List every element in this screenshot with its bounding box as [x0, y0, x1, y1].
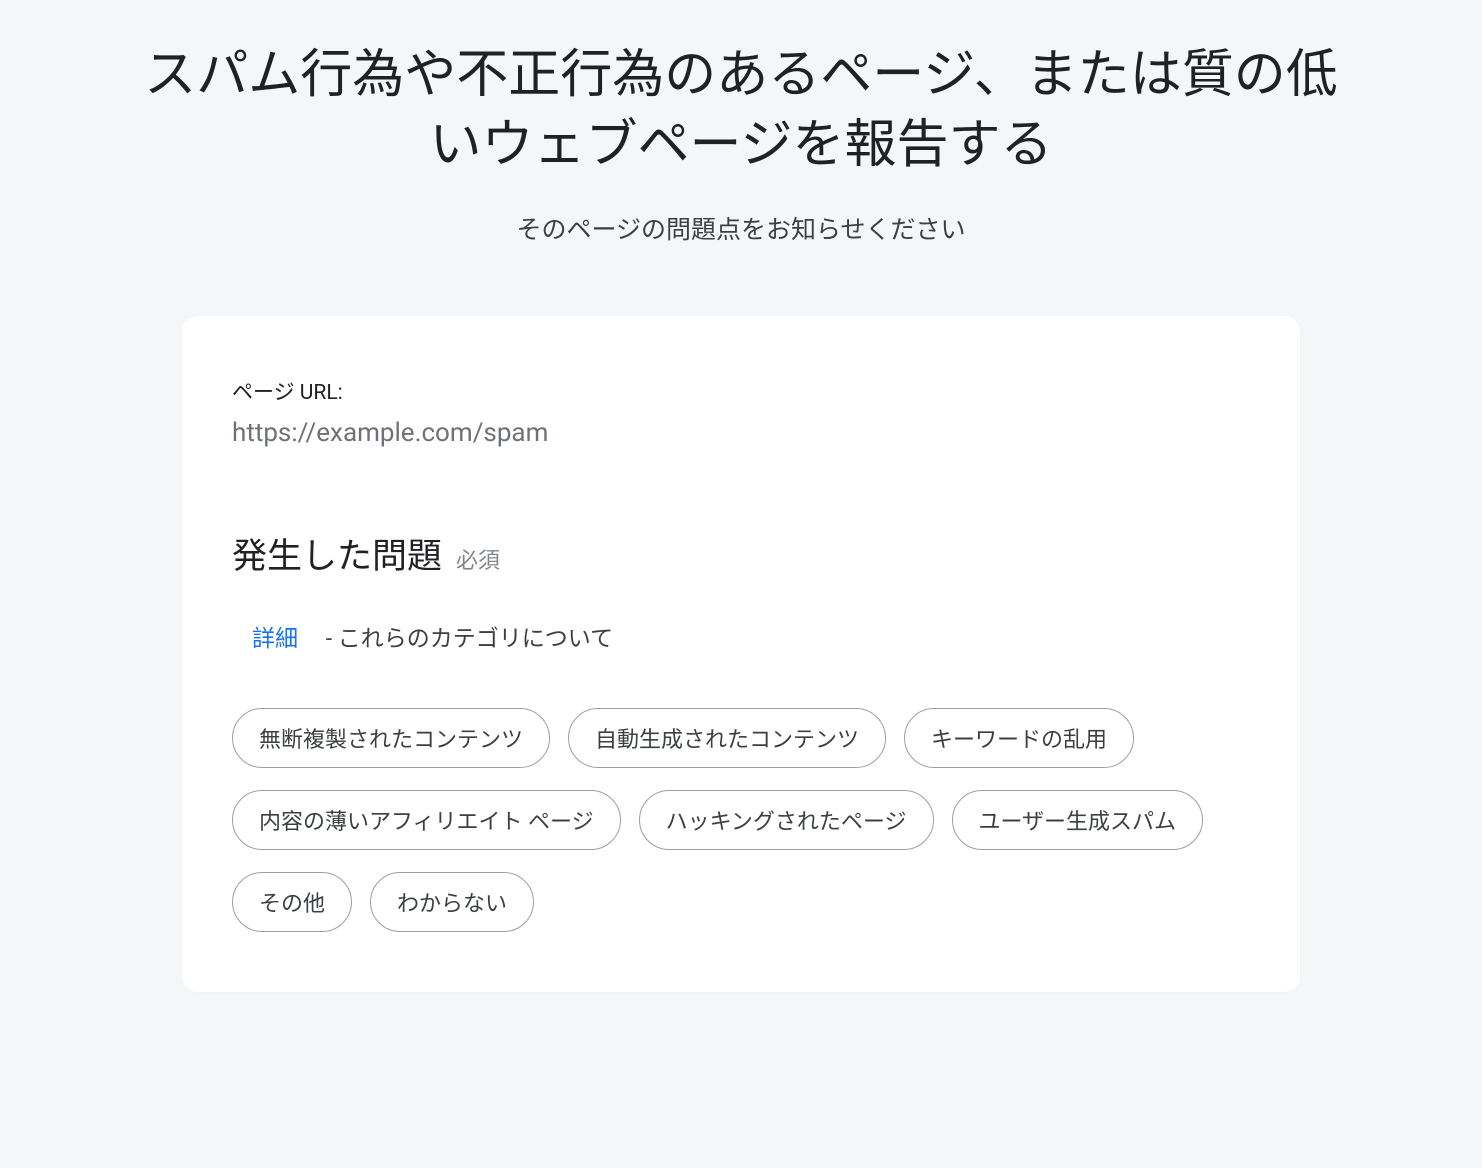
url-field-value: https://example.com/spam [232, 418, 1250, 448]
details-suffix: - これらのカテゴリについて [326, 625, 613, 652]
report-card: ページ URL: https://example.com/spam 発生した問題… [182, 316, 1300, 992]
chip-auto-generated-content[interactable]: 自動生成されたコンテンツ [568, 708, 886, 768]
chip-hacked-page[interactable]: ハッキングされたページ [639, 790, 934, 850]
details-link[interactable]: 詳細 [252, 625, 298, 652]
chip-keyword-stuffing[interactable]: キーワードの乱用 [904, 708, 1134, 768]
chip-dont-know[interactable]: わからない [370, 872, 534, 932]
chip-scraped-content[interactable]: 無断複製されたコンテンツ [232, 708, 550, 768]
chip-thin-affiliate-page[interactable]: 内容の薄いアフィリエイト ページ [232, 790, 621, 850]
required-badge: 必須 [456, 543, 500, 575]
problem-section-heading: 発生した問題 必須 [232, 528, 1250, 579]
page-title: スパム行為や不正行為のあるページ、または質の低いウェブページを報告する [141, 40, 1341, 180]
problem-heading-text: 発生した問題 [232, 528, 442, 579]
chip-user-generated-spam[interactable]: ユーザー生成スパム [952, 790, 1204, 850]
violation-chips-container: 無断複製されたコンテンツ 自動生成されたコンテンツ キーワードの乱用 内容の薄い… [232, 708, 1250, 932]
page-subtitle: そのページの問題点をお知らせください [20, 210, 1462, 246]
url-field-label: ページ URL: [232, 376, 1250, 406]
page-container: スパム行為や不正行為のあるページ、または質の低いウェブページを報告する そのペー… [0, 0, 1482, 992]
details-row: 詳細 - これらのカテゴリについて [232, 619, 1250, 653]
chip-other[interactable]: その他 [232, 872, 352, 932]
